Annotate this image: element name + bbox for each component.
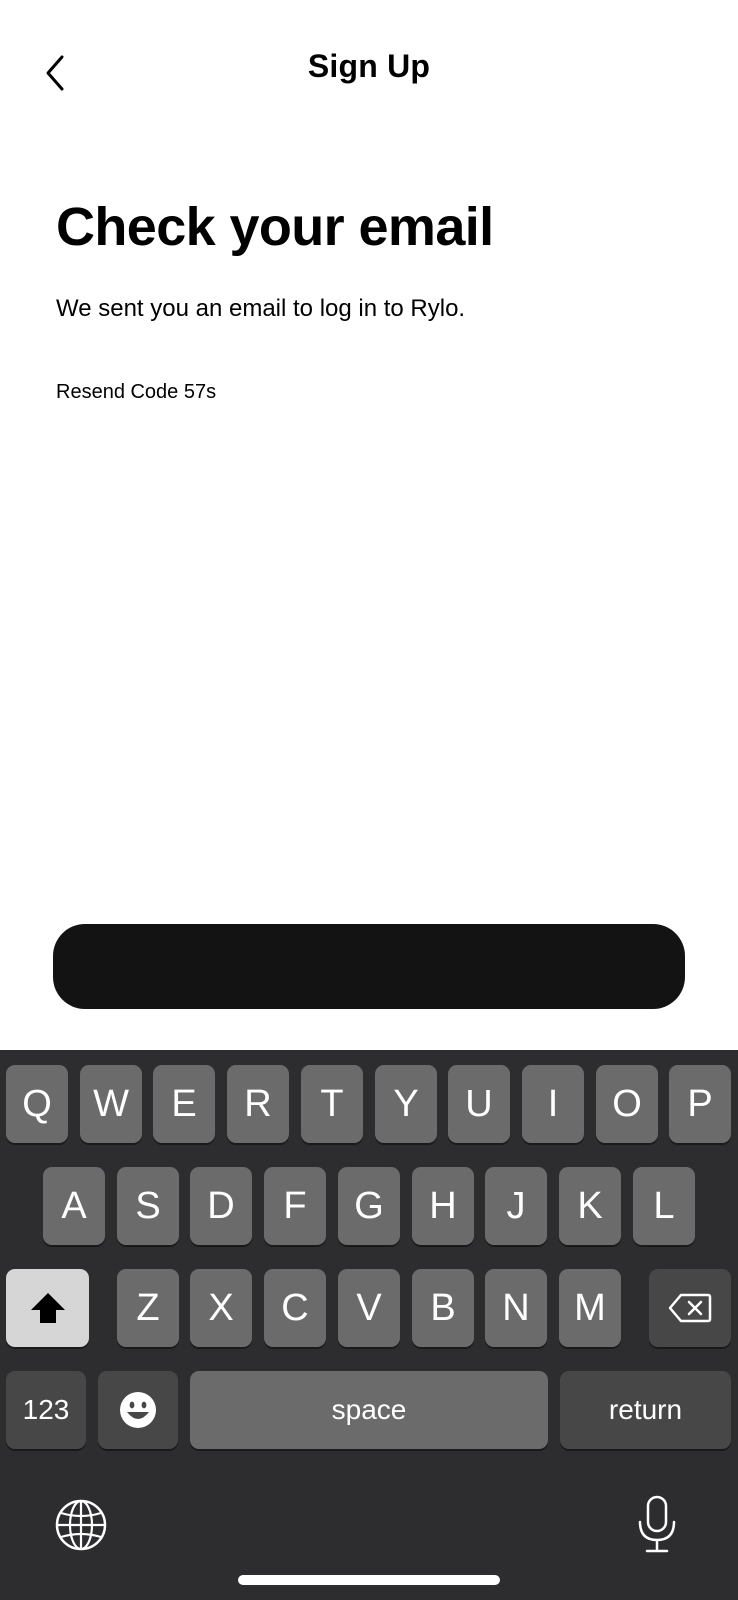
header: Sign Up — [0, 0, 738, 140]
key-h[interactable]: H — [412, 1167, 474, 1245]
globe-icon — [55, 1499, 107, 1551]
key-y[interactable]: Y — [375, 1065, 437, 1143]
key-u[interactable]: U — [448, 1065, 510, 1143]
key-v[interactable]: V — [338, 1269, 400, 1347]
shift-key[interactable] — [6, 1269, 89, 1347]
space-key[interactable]: space — [190, 1371, 548, 1449]
return-key[interactable]: return — [560, 1371, 731, 1449]
key-f[interactable]: F — [264, 1167, 326, 1245]
key-i[interactable]: I — [522, 1065, 584, 1143]
key-b[interactable]: B — [412, 1269, 474, 1347]
delete-key[interactable] — [649, 1269, 731, 1347]
key-n[interactable]: N — [485, 1269, 547, 1347]
emoji-key[interactable] — [98, 1371, 178, 1449]
globe-button[interactable] — [54, 1498, 108, 1552]
key-r[interactable]: R — [227, 1065, 289, 1143]
key-o[interactable]: O — [596, 1065, 658, 1143]
key-w[interactable]: W — [80, 1065, 142, 1143]
headline: Check your email — [56, 197, 494, 257]
key-z[interactable]: Z — [117, 1269, 179, 1347]
key-j[interactable]: J — [485, 1167, 547, 1245]
shift-arrow-icon — [30, 1293, 65, 1323]
key-q[interactable]: Q — [6, 1065, 68, 1143]
key-g[interactable]: G — [338, 1167, 400, 1245]
key-l[interactable]: L — [633, 1167, 695, 1245]
key-a[interactable]: A — [43, 1167, 105, 1245]
numbers-key[interactable]: 123 — [6, 1371, 86, 1449]
key-e[interactable]: E — [153, 1065, 215, 1143]
key-p[interactable]: P — [669, 1065, 731, 1143]
microphone-button[interactable] — [636, 1494, 678, 1554]
key-d[interactable]: D — [190, 1167, 252, 1245]
microphone-icon — [638, 1495, 676, 1553]
primary-button[interactable] — [53, 924, 685, 1009]
backspace-icon — [668, 1293, 712, 1323]
key-t[interactable]: T — [301, 1065, 363, 1143]
key-k[interactable]: K — [559, 1167, 621, 1245]
home-indicator — [238, 1575, 500, 1585]
subtext: We sent you an email to log in to Rylo. — [56, 295, 466, 322]
key-s[interactable]: S — [117, 1167, 179, 1245]
resend-code-link[interactable]: Resend Code 57s — [56, 381, 216, 404]
key-m[interactable]: M — [559, 1269, 621, 1347]
key-x[interactable]: X — [190, 1269, 252, 1347]
page-title: Sign Up — [307, 48, 431, 84]
keyboard: Q W E R T Y U I O P A S D F G H J K L Z … — [0, 1050, 738, 1600]
key-c[interactable]: C — [264, 1269, 326, 1347]
emoji-icon — [120, 1392, 156, 1428]
